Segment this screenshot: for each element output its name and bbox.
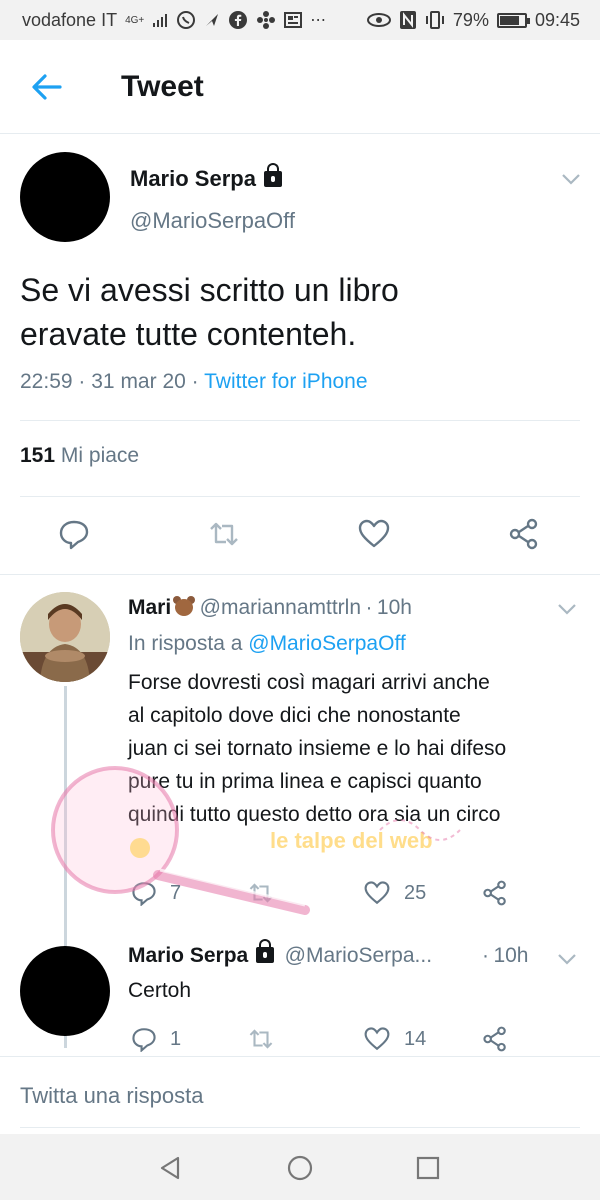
reply-time: 10h [376, 596, 412, 619]
chevron-down-icon[interactable] [556, 952, 578, 966]
likes-label: Mi piace [60, 444, 140, 467]
carrier-label: vodafone IT [22, 9, 118, 30]
more-notifications-icon: ⋯ [310, 12, 327, 29]
facebook-icon [229, 11, 248, 29]
reply-author-name[interactable]: Mario Serpa [128, 944, 248, 967]
tweet-date: 31 mar 20 [91, 370, 186, 393]
nav-home-icon[interactable] [286, 1154, 314, 1182]
reply-author-name[interactable]: Mari [128, 596, 171, 619]
news-icon [284, 12, 303, 28]
navigation-icon [206, 14, 219, 26]
reply-avatar[interactable] [20, 946, 110, 1036]
chevron-down-icon[interactable] [556, 602, 578, 616]
status-bar: vodafone IT 4G+ ⋯ 79% 09:45 [0, 0, 600, 40]
signal-icon [153, 14, 168, 27]
divider [0, 574, 600, 575]
author-name[interactable]: Mario Serpa [130, 166, 256, 191]
reply-composer[interactable]: Twitta una risposta [0, 1056, 600, 1134]
tweet-text: Se vi avessi scritto un libro eravate tu… [20, 268, 580, 356]
reply-text: Certoh [128, 979, 192, 1002]
nfc-icon [399, 11, 416, 29]
status-right: 79% 09:45 [366, 9, 580, 31]
network-label: 4G+ [125, 14, 145, 26]
reply-time-row: · 10h [482, 944, 529, 968]
top-app-bar: Tweet [0, 40, 600, 134]
eye-icon [366, 13, 391, 27]
author-avatar[interactable] [20, 152, 110, 242]
meta-separator: · [191, 370, 199, 393]
share-icon[interactable] [482, 880, 508, 906]
nav-recents-icon[interactable] [415, 1155, 441, 1181]
reply-header: Mario Serpa @MarioSerpa... [128, 939, 432, 968]
reply-input-underline [20, 1127, 580, 1128]
in-reply-to: In risposta a @MarioSerpaOff [128, 632, 406, 656]
battery-percent: 79% [452, 9, 489, 30]
reply-separator: · [482, 944, 489, 967]
likes-count[interactable]: 151 Mi piace [20, 444, 139, 468]
flower-icon [257, 11, 276, 29]
lock-icon [256, 939, 275, 963]
tweet-client-link[interactable]: Twitter for iPhone [204, 370, 367, 393]
meta-separator: · [78, 370, 86, 393]
whatsapp-icon [177, 11, 196, 29]
in-reply-handle-link[interactable]: @MarioSerpaOff [248, 632, 406, 655]
reply-avatar[interactable] [20, 592, 110, 682]
watermark-tagline: le talpe del web [270, 828, 433, 853]
battery-fill [499, 15, 519, 25]
share-icon[interactable] [508, 518, 540, 550]
system-nav-bar [0, 1134, 600, 1200]
teddy-bear-emoji-icon [173, 596, 196, 616]
in-reply-prefix: In risposta a [128, 632, 243, 655]
author-handle[interactable]: @MarioSerpaOff [130, 208, 295, 234]
status-left: vodafone IT 4G+ ⋯ [22, 10, 326, 31]
divider [20, 496, 580, 497]
reply-time: 10h [493, 944, 529, 967]
reply-separator: · [365, 596, 373, 619]
like-count: 14 [404, 1028, 427, 1050]
page-title: Tweet [121, 70, 204, 103]
battery-icon [496, 12, 530, 28]
lock-icon [263, 163, 282, 187]
reply-count: 1 [170, 1028, 182, 1050]
vibrate-icon [425, 11, 444, 29]
tweet-text-line: Se vi avessi scritto un libro [20, 272, 399, 308]
reply-author-handle[interactable]: @MarioSerpa... [285, 944, 432, 967]
share-icon[interactable] [482, 1026, 508, 1052]
tweet-text-line: eravate tutte contenteh. [20, 316, 357, 352]
chevron-down-icon[interactable] [560, 172, 582, 186]
likes-number: 151 [20, 444, 56, 467]
reply-author-handle[interactable]: @mariannamttrln [200, 596, 361, 619]
retweet-icon[interactable] [208, 518, 240, 550]
tweet-time: 22:59 [20, 370, 73, 393]
retweet-icon[interactable] [248, 1026, 274, 1052]
nav-back-icon[interactable] [157, 1155, 183, 1181]
reply-icon[interactable] [58, 518, 90, 550]
watermark-logo: le talpe del web [51, 766, 461, 915]
avatar-photo [20, 592, 110, 682]
reply-input[interactable]: Twitta una risposta [20, 1083, 203, 1109]
clock: 09:45 [534, 9, 580, 30]
reply-text-line: al capitolo dove dici che nonostante [128, 704, 461, 727]
tweet-meta: 22:59 · 31 mar 20 · Twitter for iPhone [20, 370, 368, 394]
divider [20, 420, 580, 421]
like-icon[interactable] [358, 518, 390, 550]
author-name-row[interactable]: Mario Serpa [130, 163, 282, 192]
arrow-left-icon[interactable] [30, 72, 64, 102]
reply-header: Mari @mariannamttrln · 10h [128, 596, 412, 620]
reply-icon[interactable] [131, 1026, 157, 1052]
like-icon[interactable] [364, 1026, 390, 1052]
reply-text-line: Forse dovresti così magari arrivi anche [128, 671, 490, 694]
